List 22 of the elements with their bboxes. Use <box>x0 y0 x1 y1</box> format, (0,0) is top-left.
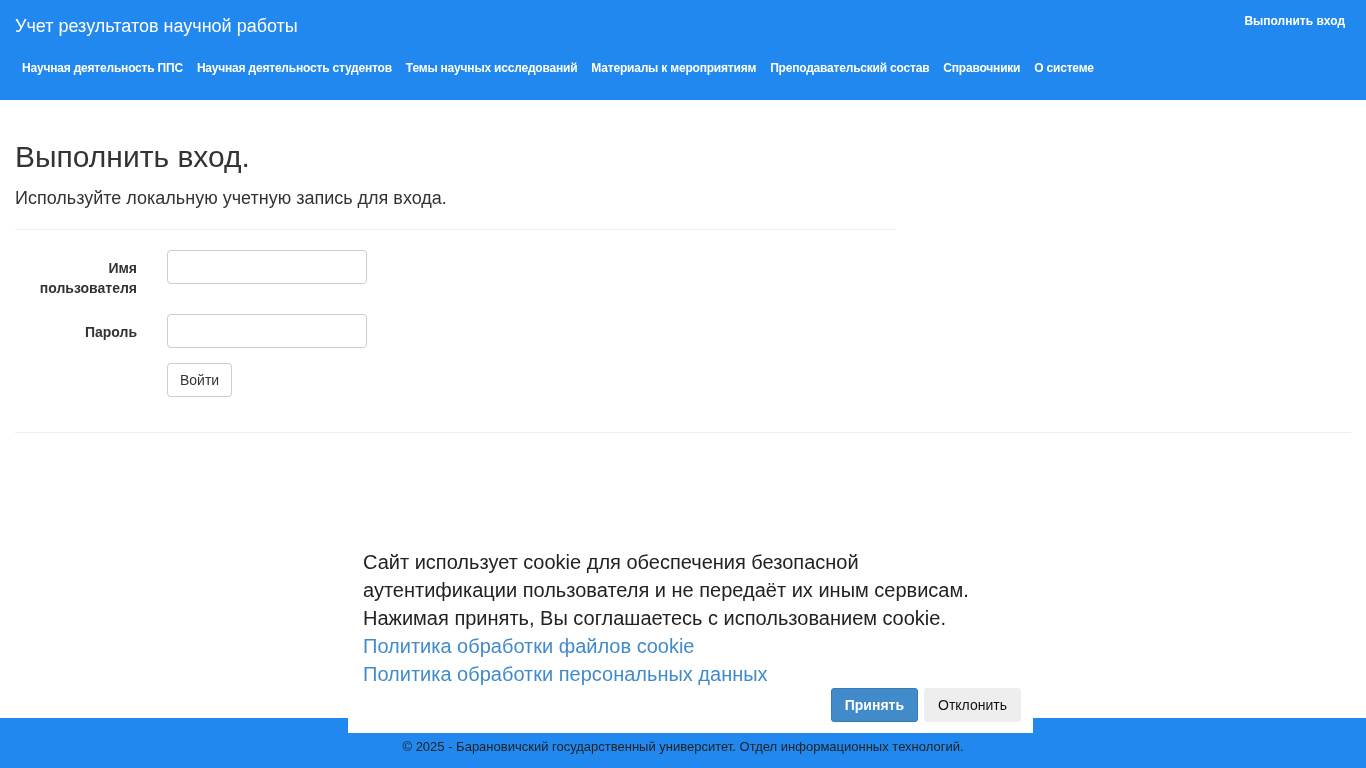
username-field[interactable] <box>167 250 367 284</box>
site-title[interactable]: Учет результатов научной работы <box>15 16 298 37</box>
policy-link[interactable]: Политика обработки персональных данных <box>363 660 768 688</box>
page-heading: Выполнить вход. <box>15 140 251 174</box>
nav-link[interactable]: Научная деятельность студентов <box>196 61 392 75</box>
nav-link[interactable]: Справочники <box>943 61 1021 75</box>
page-subheading: Используйте локальную учетную запись для входа. <box>15 188 448 209</box>
nav-link[interactable]: Темы научных исследований <box>405 61 578 75</box>
login-link[interactable]: Выполнить вход <box>1244 14 1345 28</box>
login-button[interactable]: Войти <box>167 363 233 397</box>
field-label: Имя пользователя <box>38 259 137 298</box>
password-field[interactable] <box>167 314 367 348</box>
accept-button[interactable]: Принять <box>830 688 919 722</box>
nav-link[interactable]: Научная деятельность ППС <box>22 61 183 75</box>
cookie-text: Сайт использует cookie для обеспечения безопасной аутентификации пользователя и не передаёт их иным сервисам. Нажимая принять, Вы соглашаетесь с использованием cookie. <box>363 550 970 631</box>
policy-link[interactable]: Политика обработки файлов cookie <box>363 632 695 660</box>
field-label: Пароль <box>83 323 137 342</box>
decline-button[interactable]: Отклонить <box>924 688 1021 722</box>
footer-text: © 2025 - Барановичский государственный университет. Отдел информационных технологий. <box>402 739 964 754</box>
nav-link[interactable]: Преподавательский состав <box>770 61 930 75</box>
nav-link[interactable]: О системе <box>1034 61 1094 75</box>
nav-link[interactable]: Материалы к мероприятиям <box>591 61 757 75</box>
